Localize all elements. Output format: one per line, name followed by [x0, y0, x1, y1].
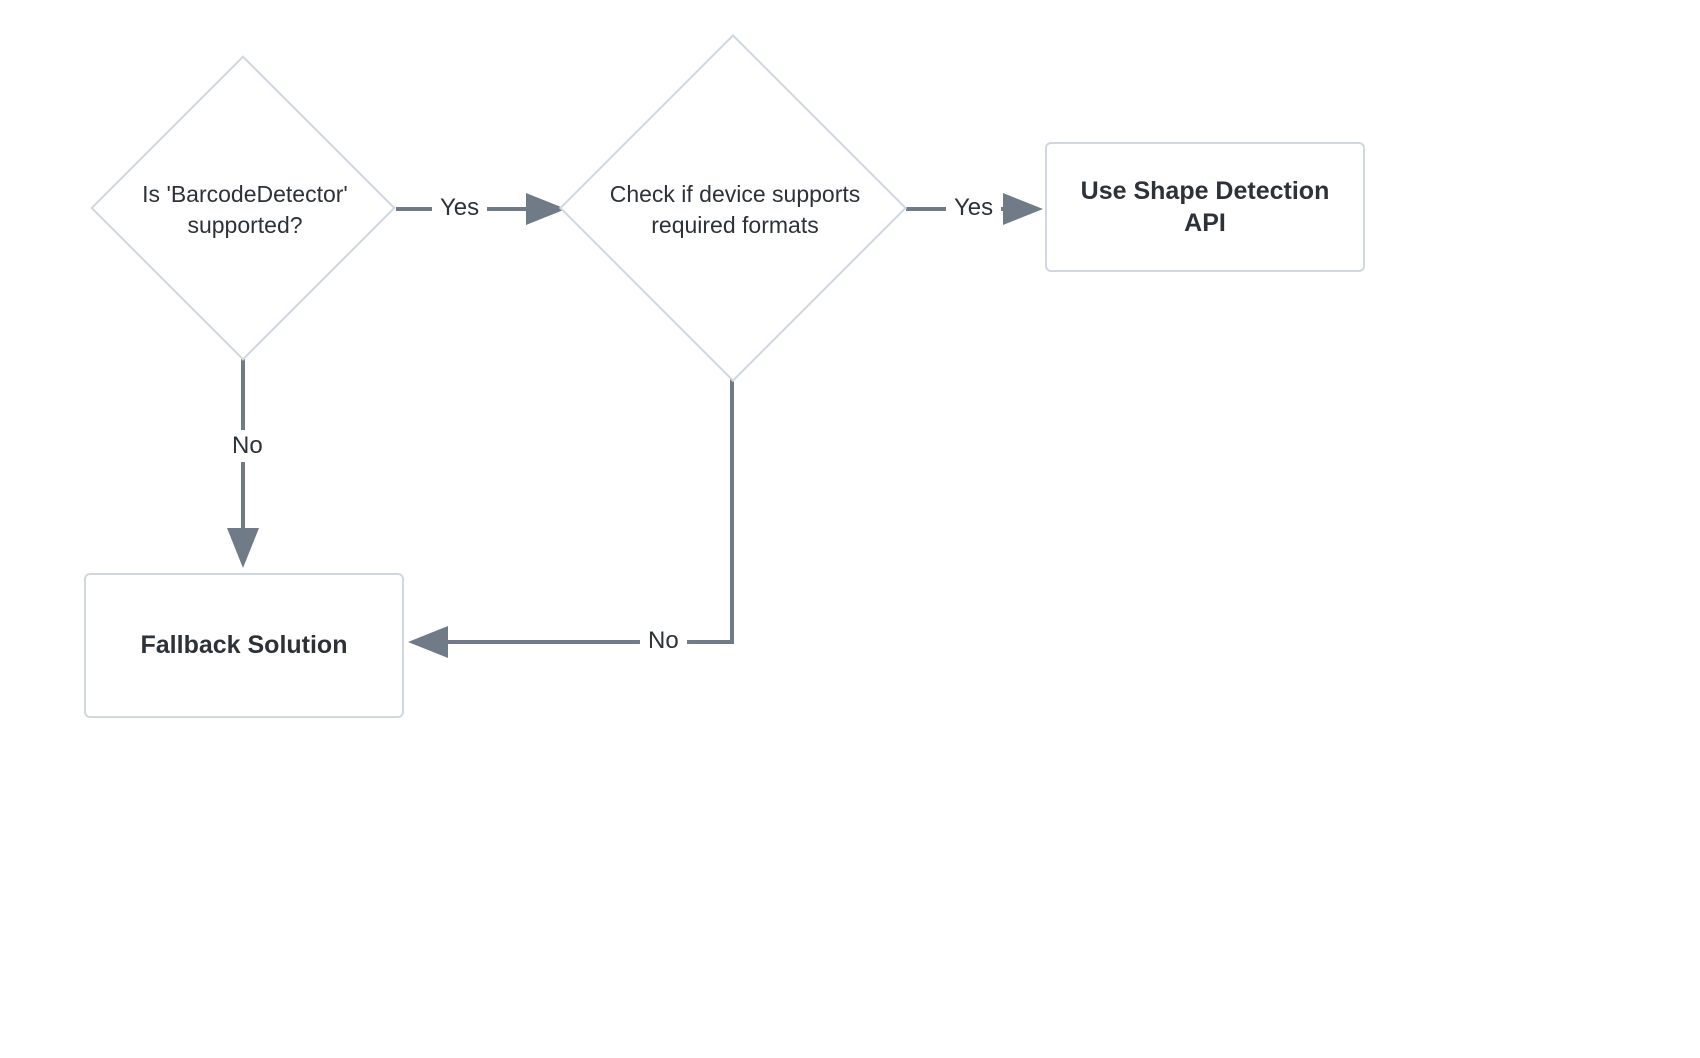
edge-label-no2: No [640, 625, 687, 657]
edge-label-no1: No [224, 430, 271, 462]
decision-barcode-line2: supported? [187, 212, 302, 238]
decision-formats-line1: Check if device supports [610, 181, 861, 207]
action-fallback-solution: Fallback Solution [84, 573, 404, 718]
decision-barcode-detector-text: Is 'BarcodeDetector' supported? [105, 165, 385, 255]
action-fallback-text: Fallback Solution [141, 629, 348, 662]
action-shape-api-line2: API [1184, 209, 1226, 237]
decision-formats-line2: required formats [651, 212, 818, 238]
edge-label-yes1: Yes [432, 192, 487, 224]
edge-label-yes2: Yes [946, 192, 1001, 224]
decision-barcode-line1: Is 'BarcodeDetector' [142, 181, 348, 207]
action-shape-detection-api: Use Shape Detection API [1045, 142, 1365, 272]
action-shape-api-line1: Use Shape Detection [1081, 177, 1330, 205]
decision-device-formats-text: Check if device supports required format… [585, 165, 885, 255]
flowchart-diagram: Is 'BarcodeDetector' supported? Check if… [0, 0, 1700, 1058]
